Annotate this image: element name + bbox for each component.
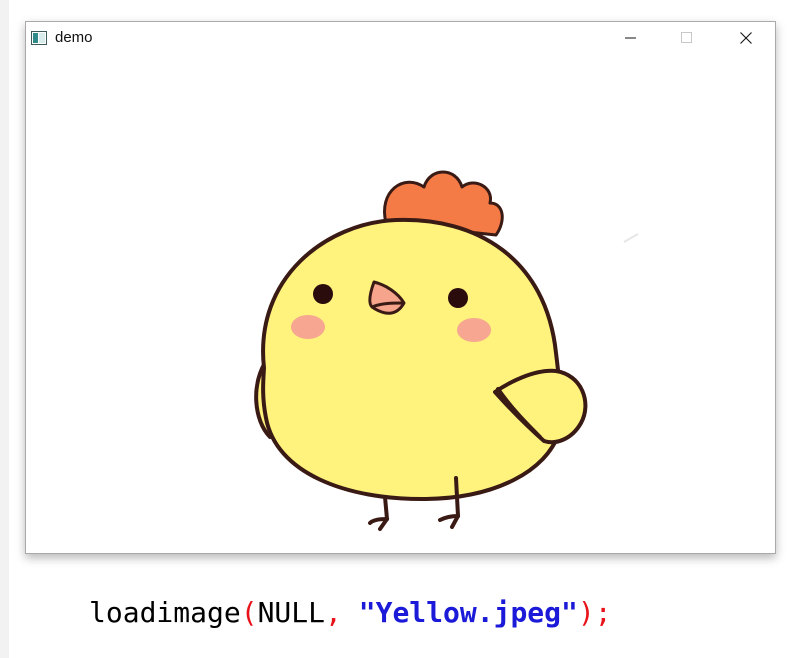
close-button[interactable]	[723, 22, 769, 53]
code-close-paren: );	[577, 596, 612, 629]
close-icon	[740, 32, 752, 44]
minimize-button[interactable]	[608, 22, 654, 53]
minimize-icon	[625, 37, 636, 39]
maximize-button[interactable]	[664, 22, 710, 53]
code-function-name: loadimage	[89, 596, 241, 629]
chick-right-cheek	[457, 318, 491, 342]
chick-image	[254, 170, 639, 531]
demo-window[interactable]: demo	[25, 21, 776, 554]
background-strip	[0, 0, 9, 658]
title-bar[interactable]: demo	[26, 22, 775, 53]
chick-right-eye	[448, 288, 468, 308]
chick-body	[261, 217, 563, 502]
chick-left-eye	[313, 284, 333, 304]
app-window-icon	[31, 31, 47, 45]
code-open-paren: (	[240, 596, 258, 629]
code-snippet: loadimage(NULL, "Yellow.jpeg");	[89, 593, 612, 633]
code-arg-null: NULL	[257, 596, 326, 629]
maximize-icon	[681, 32, 692, 43]
code-arg-filename: "Yellow.jpeg"	[358, 596, 578, 629]
code-comma: ,	[325, 596, 342, 629]
image-canvas	[26, 53, 775, 553]
chick-left-cheek	[291, 315, 325, 339]
window-title: demo	[55, 29, 93, 46]
